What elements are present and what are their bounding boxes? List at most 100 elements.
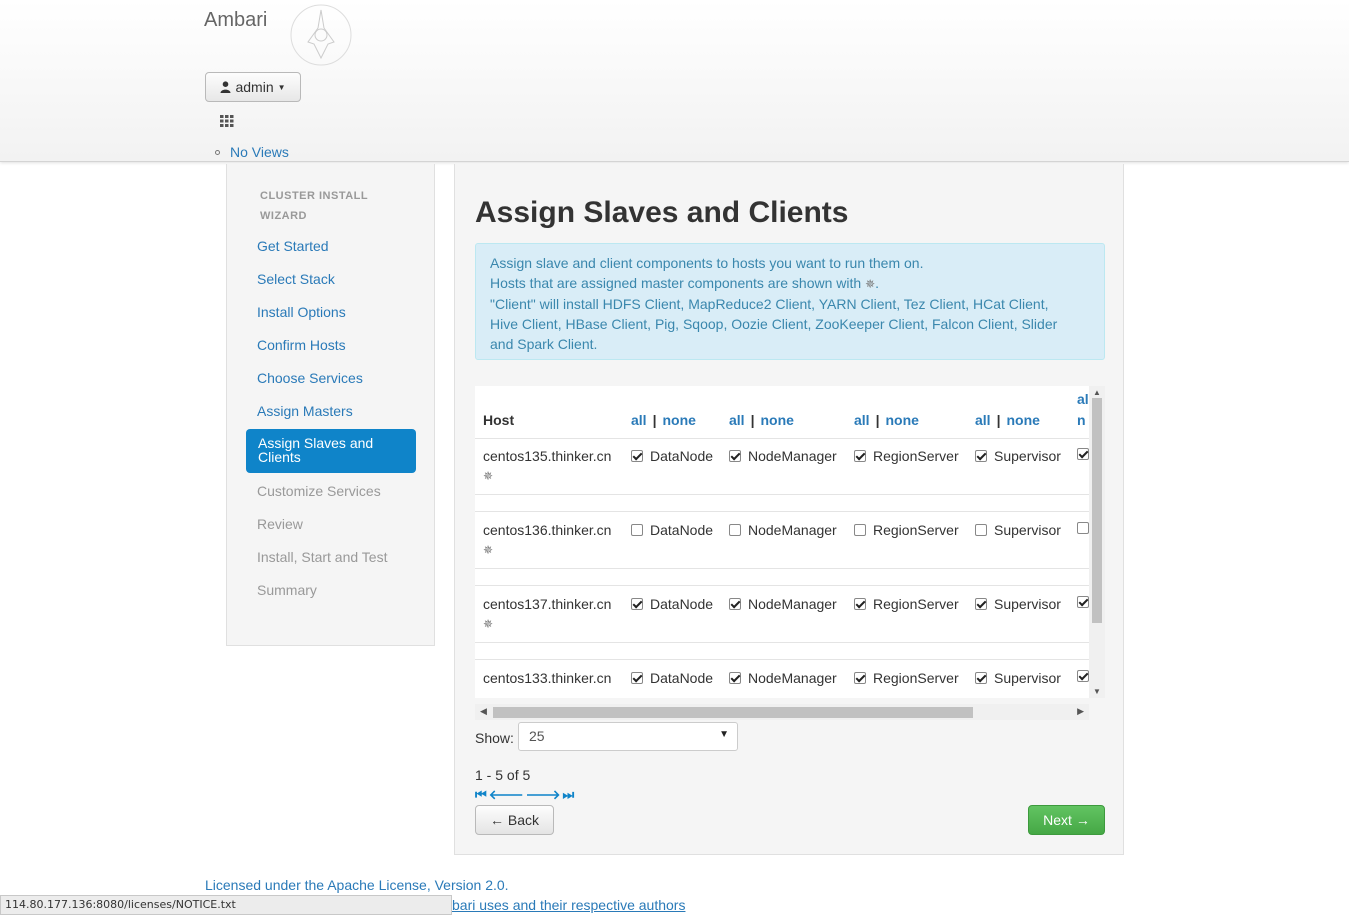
step-install-options[interactable]: Install Options (257, 304, 346, 320)
supervisor-checkbox[interactable]: Supervisor (975, 522, 1061, 538)
checkbox-checked[interactable] (729, 598, 741, 610)
wizard-sidebar: CLUSTER INSTALL WIZARD Get Started Selec… (226, 164, 435, 646)
checkbox-checked[interactable] (1077, 670, 1089, 682)
sidebar-title: CLUSTER INSTALL WIZARD (260, 190, 368, 222)
client-checkbox[interactable] (1077, 670, 1089, 682)
checkbox-checked[interactable] (854, 598, 866, 610)
page-size-select[interactable]: 25 ▼ (518, 722, 738, 751)
step-assign-slaves-active[interactable]: Assign Slaves and Clients (246, 429, 416, 473)
checkbox-checked[interactable] (631, 598, 643, 610)
master-star-icon: ✵ (865, 277, 876, 291)
checkbox-checked[interactable] (975, 598, 987, 610)
license-link[interactable]: Licensed under the Apache License, Versi… (205, 877, 509, 893)
nodemanager-checkbox[interactable]: NodeManager (729, 596, 837, 612)
datanode-checkbox[interactable]: DataNode (631, 596, 713, 612)
checkbox-checked[interactable] (631, 672, 643, 684)
select-all-supervisor[interactable]: all (975, 412, 991, 428)
bullet-icon (215, 149, 220, 155)
select-all-regionserver[interactable]: all (854, 412, 870, 428)
regionserver-checkbox[interactable]: RegionServer (854, 670, 959, 686)
client-checkbox[interactable] (1077, 596, 1089, 608)
scroll-right-icon[interactable]: ▶ (1077, 706, 1084, 717)
next-button[interactable]: Next → (1028, 805, 1105, 835)
info-line: "Client" will install HDFS Client, MapRe… (490, 296, 1049, 312)
supervisor-checkbox[interactable]: Supervisor (975, 670, 1061, 686)
back-button[interactable]: ← Back (475, 805, 554, 835)
info-line: Assign slave and client components to ho… (490, 255, 924, 271)
no-views-link[interactable]: No Views (230, 144, 289, 160)
row-divider (475, 659, 1089, 660)
user-icon (220, 81, 231, 93)
vertical-scroll-thumb[interactable] (1092, 398, 1102, 623)
host-cell: centos135.thinker.cn ✵ (483, 446, 611, 486)
horizontal-scroll-thumb[interactable] (493, 707, 973, 718)
select-none-nodemanager[interactable]: none (761, 412, 794, 428)
brand-name[interactable]: Ambari (204, 9, 267, 32)
select-all-nodemanager[interactable]: all (729, 412, 745, 428)
checkbox-unchecked[interactable] (854, 524, 866, 536)
host-components-table: Host all | none all | none all | none all | none… (475, 386, 1089, 698)
host-name: centos137.thinker.cn (483, 596, 612, 612)
regionserver-checkbox[interactable]: RegionServer (854, 522, 959, 538)
views-grid-icon[interactable] (220, 115, 234, 127)
nodemanager-checkbox[interactable]: NodeManager (729, 448, 837, 464)
first-page-icon[interactable]: ⏮ (475, 787, 487, 803)
select-none-client[interactable]: n (1077, 412, 1086, 428)
regionserver-checkbox[interactable]: RegionServer (854, 596, 959, 612)
regionserver-checkbox[interactable]: RegionServer (854, 448, 959, 464)
last-page-icon[interactable]: ⏭ (562, 787, 574, 803)
checkbox-unchecked[interactable] (975, 524, 987, 536)
step-select-stack[interactable]: Select Stack (257, 271, 335, 287)
scroll-up-icon[interactable]: ▲ (1093, 388, 1101, 397)
scroll-left-icon[interactable]: ◀ (480, 706, 487, 717)
checkbox-checked[interactable] (1077, 448, 1089, 460)
step-get-started[interactable]: Get Started (257, 238, 329, 254)
supervisor-toggle: all | none (975, 412, 1040, 428)
select-all-client[interactable]: al (1077, 391, 1089, 407)
master-star-icon: ✵ (483, 617, 494, 631)
next-page-icon[interactable]: 🡒 (526, 787, 561, 803)
checkbox-checked[interactable] (975, 672, 987, 684)
notice-link[interactable]: bari uses and their respective authors (452, 897, 685, 913)
select-none-regionserver[interactable]: none (886, 412, 919, 428)
checkbox-unchecked[interactable] (631, 524, 643, 536)
select-none-supervisor[interactable]: none (1007, 412, 1040, 428)
datanode-checkbox[interactable]: DataNode (631, 670, 713, 686)
vertical-scrollbar[interactable]: ▲ ▼ (1089, 386, 1105, 698)
nodemanager-checkbox[interactable]: NodeManager (729, 670, 837, 686)
row-divider (475, 494, 1089, 495)
select-all-datanode[interactable]: all (631, 412, 647, 428)
horizontal-scrollbar[interactable]: ◀ ▶ (475, 704, 1089, 720)
pagination-range: 1 - 5 of 5 (475, 767, 531, 783)
previous-page-icon[interactable]: 🡐 (489, 787, 524, 803)
checkbox-checked[interactable] (1077, 596, 1089, 608)
client-checkbox[interactable] (1077, 448, 1089, 460)
checkbox-unchecked[interactable] (729, 524, 741, 536)
step-assign-masters[interactable]: Assign Masters (257, 403, 353, 419)
datanode-checkbox[interactable]: DataNode (631, 522, 713, 538)
user-menu-button[interactable]: admin ▼ (205, 72, 301, 102)
checkbox-checked[interactable] (854, 450, 866, 462)
supervisor-checkbox[interactable]: Supervisor (975, 448, 1061, 464)
checkbox-checked[interactable] (975, 450, 987, 462)
supervisor-checkbox[interactable]: Supervisor (975, 596, 1061, 612)
user-menu-label: admin (235, 79, 274, 95)
views-menu-item[interactable]: No Views (215, 144, 289, 160)
scroll-down-icon[interactable]: ▼ (1093, 687, 1101, 696)
step-choose-services[interactable]: Choose Services (257, 370, 363, 386)
checkbox-checked[interactable] (729, 672, 741, 684)
checkbox-checked[interactable] (729, 450, 741, 462)
nodemanager-checkbox[interactable]: NodeManager (729, 522, 837, 538)
pager-controls: ⏮ 🡐 🡒 ⏭ (475, 787, 574, 803)
client-checkbox[interactable] (1077, 522, 1089, 534)
info-line: and Spark Client. (490, 336, 598, 352)
datanode-checkbox[interactable]: DataNode (631, 448, 713, 464)
datanode-toggle: all | none (631, 412, 696, 428)
select-none-datanode[interactable]: none (663, 412, 696, 428)
checkbox-unchecked[interactable] (1077, 522, 1089, 534)
step-confirm-hosts[interactable]: Confirm Hosts (257, 337, 346, 353)
row-divider (475, 438, 1089, 439)
host-name: centos136.thinker.cn (483, 522, 612, 538)
checkbox-checked[interactable] (631, 450, 643, 462)
checkbox-checked[interactable] (854, 672, 866, 684)
